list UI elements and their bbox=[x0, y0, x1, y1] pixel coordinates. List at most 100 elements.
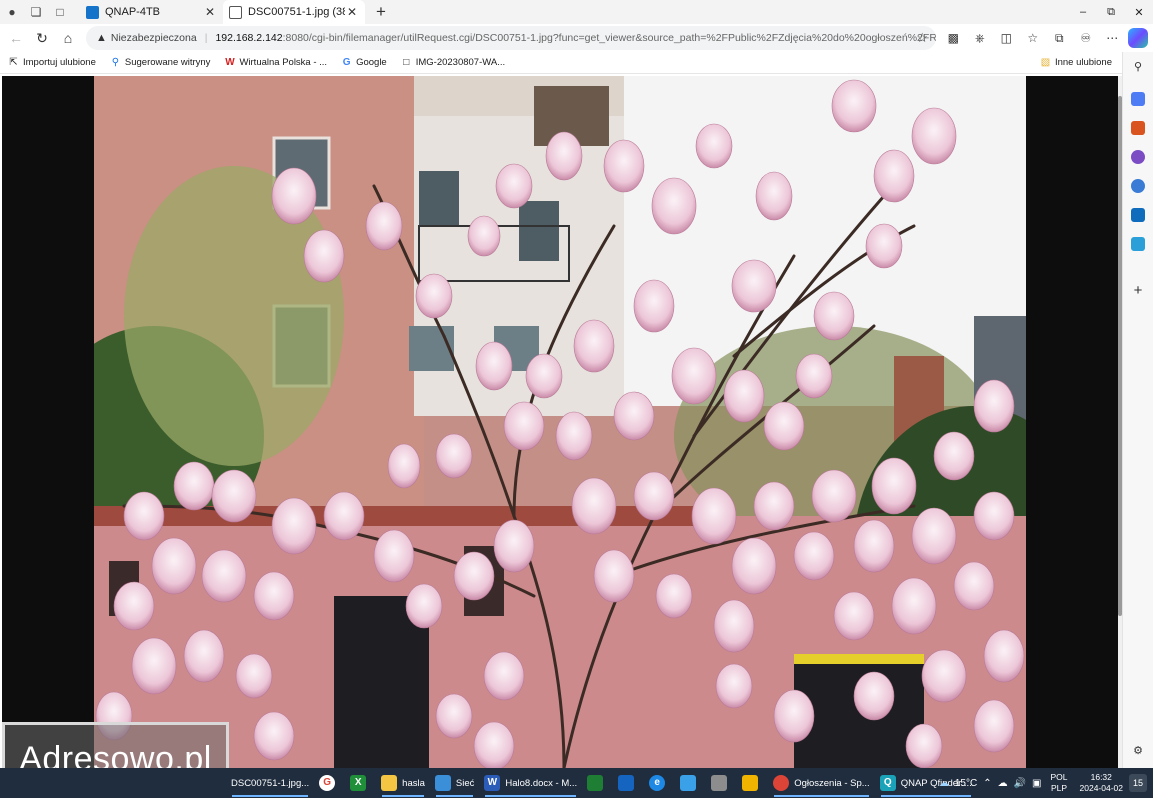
search-icon[interactable]: ⚲ bbox=[1131, 60, 1145, 74]
tab-title: DSC00751-1.jpg (3896×2922) bbox=[248, 6, 345, 18]
shopping-icon[interactable] bbox=[1131, 92, 1145, 106]
favorites-icon[interactable]: ☆ bbox=[1020, 31, 1047, 45]
favorite-label: IMG-20230807-WA... bbox=[415, 57, 506, 68]
system-tray: ☁ 15°C ⌃ ☁ 🔊 ▣ POL PLP 16:32 2024-04-02 … bbox=[936, 768, 1153, 798]
taskbar-label: hasla bbox=[402, 777, 425, 789]
taskbar-item-network[interactable]: Sieć bbox=[430, 768, 479, 798]
tab-actions-icon[interactable]: □ bbox=[48, 0, 72, 24]
volume-icon[interactable]: 🔊 bbox=[1014, 778, 1026, 789]
restore-icon[interactable]: ⧉ bbox=[1097, 0, 1125, 24]
collections-icon[interactable]: ⧉ bbox=[1046, 31, 1073, 46]
tab-image-viewer[interactable]: DSC00751-1.jpg (3896×2922) ✕ bbox=[223, 0, 365, 24]
word-icon: W bbox=[484, 775, 501, 791]
url-host: 192.168.2.142 bbox=[215, 32, 283, 44]
network-status-icon[interactable]: ▣ bbox=[1032, 778, 1041, 789]
language-code: POL bbox=[1050, 772, 1068, 782]
weather-icon[interactable]: ☁ bbox=[939, 778, 949, 789]
network-icon bbox=[434, 775, 451, 791]
profile-icon[interactable]: ● bbox=[0, 0, 24, 24]
close-tab-icon[interactable]: ✕ bbox=[203, 5, 217, 19]
taskbar-item-excel[interactable]: X bbox=[345, 768, 376, 798]
input-language[interactable]: POL PLP bbox=[1051, 772, 1068, 794]
photo-image bbox=[94, 76, 1026, 768]
refresh-button[interactable]: ↻ bbox=[29, 25, 55, 51]
back-button[interactable]: ← bbox=[3, 25, 29, 51]
outlook-icon[interactable] bbox=[1131, 208, 1145, 222]
taskbar-item-office[interactable] bbox=[737, 768, 768, 798]
google-icon: G bbox=[342, 57, 351, 68]
favorite-import[interactable]: ⇱ Importuj ulubione bbox=[8, 57, 96, 68]
taskbar-item-calculator[interactable] bbox=[706, 768, 737, 798]
divider: | bbox=[204, 32, 208, 44]
weather-temperature[interactable]: 15°C bbox=[955, 778, 977, 789]
chrome-icon bbox=[773, 775, 790, 791]
app-icon bbox=[618, 775, 635, 791]
edge-sidebar: ⚲ + ⚙ bbox=[1122, 52, 1153, 768]
taskbar-label: Sieć bbox=[455, 777, 475, 789]
search-icon: ⚲ bbox=[111, 57, 120, 68]
taskbar-label: DSC00751-1.jpg... bbox=[231, 777, 310, 789]
drop-icon[interactable] bbox=[1131, 237, 1145, 251]
other-favorites-label: Inne ulubione bbox=[1054, 57, 1112, 68]
taskbar-item-chrome-ogloszenia[interactable]: Ogłoszenia - Sp... bbox=[768, 768, 875, 798]
favorite-wp[interactable]: W Wirtualna Polska - ... bbox=[224, 57, 327, 68]
show-hidden-icons-icon[interactable]: ⌃ bbox=[983, 778, 991, 789]
tab-title: QNAP-4TB bbox=[105, 6, 161, 18]
close-tab-icon[interactable]: ✕ bbox=[345, 5, 359, 19]
split-screen-icon[interactable]: ◫ bbox=[993, 31, 1020, 45]
mail-icon bbox=[680, 775, 697, 791]
tools-icon[interactable] bbox=[1131, 121, 1145, 135]
close-window-icon[interactable]: ✕ bbox=[1125, 0, 1153, 24]
taskbar-label: Ogłoszenia - Sp... bbox=[794, 777, 870, 789]
url-path: :8080/cgi-bin/filemanager/utilRequest.cg… bbox=[282, 32, 936, 44]
favorite-star-icon[interactable]: ☆ bbox=[916, 30, 928, 46]
internet-explorer-icon: e bbox=[649, 775, 666, 791]
date: 2024-04-02 bbox=[1079, 783, 1123, 793]
taskbar-left-area bbox=[0, 768, 226, 798]
taskbar-item-ie[interactable]: e bbox=[644, 768, 675, 798]
games-icon[interactable] bbox=[1131, 150, 1145, 164]
favorite-img[interactable]: □ IMG-20230807-WA... bbox=[401, 57, 505, 68]
address-bar[interactable]: ▲ Niezabezpieczona | 192.168.2.142 :8080… bbox=[86, 26, 936, 50]
favorite-label: Importuj ulubione bbox=[23, 57, 96, 68]
more-menu-icon[interactable]: ⋯ bbox=[1099, 31, 1126, 45]
window-controls: – ⧉ ✕ bbox=[1069, 0, 1153, 24]
qnap-favicon-icon bbox=[86, 5, 99, 19]
notifications-badge[interactable]: 15 bbox=[1129, 774, 1147, 792]
favorite-google[interactable]: G Google bbox=[341, 57, 387, 68]
extension-icon[interactable]: ▩ bbox=[940, 31, 967, 45]
office-icon bbox=[742, 775, 759, 791]
new-tab-button[interactable]: + bbox=[369, 0, 393, 24]
other-favorites[interactable]: ▧ Inne ulubione bbox=[1040, 57, 1112, 68]
minimize-icon[interactable]: – bbox=[1069, 0, 1097, 24]
taskbar-item-app-blue[interactable] bbox=[613, 768, 644, 798]
taskbar-item-word[interactable]: W Halo8.docx - M... bbox=[479, 768, 582, 798]
security-label[interactable]: Niezabezpieczona bbox=[111, 32, 197, 44]
image-viewer bbox=[2, 76, 1118, 768]
cloud-sync-icon[interactable]: ☁ bbox=[998, 778, 1008, 789]
file-favicon-icon bbox=[229, 5, 242, 19]
taskbar-item-browser-image[interactable]: DSC00751-1.jpg... bbox=[226, 768, 314, 798]
taskbar-item-outlook[interactable] bbox=[675, 768, 706, 798]
scrollbar-thumb[interactable] bbox=[1118, 96, 1122, 616]
copilot-icon[interactable] bbox=[1128, 28, 1148, 48]
vertical-scrollbar[interactable] bbox=[1118, 76, 1122, 768]
chrome-icon: G bbox=[319, 775, 336, 791]
microsoft-365-icon[interactable] bbox=[1131, 179, 1145, 193]
wp-logo-icon: W bbox=[225, 57, 235, 68]
excel-icon: X bbox=[350, 775, 367, 791]
taskbar-item-chrome[interactable]: G bbox=[314, 768, 345, 798]
workspaces-icon[interactable]: ❏ bbox=[24, 0, 48, 24]
tab-qnap[interactable]: QNAP-4TB ✕ bbox=[80, 0, 223, 24]
home-button[interactable]: ⌂ bbox=[55, 25, 81, 51]
magnolia-photo[interactable] bbox=[94, 76, 1026, 768]
add-sidebar-app-icon[interactable]: + bbox=[1131, 283, 1145, 298]
sidebar-settings-icon[interactable]: ⚙ bbox=[1131, 744, 1145, 758]
qfinder-icon: Q bbox=[879, 775, 896, 791]
browser-essentials-icon[interactable]: ⎈ bbox=[967, 31, 994, 46]
clock[interactable]: 16:32 2024-04-02 bbox=[1080, 772, 1123, 794]
taskbar-item-explorer-hasla[interactable]: hasla bbox=[376, 768, 430, 798]
favorite-suggested[interactable]: ⚲ Sugerowane witryny bbox=[110, 57, 211, 68]
performance-icon[interactable]: ♾ bbox=[1073, 31, 1100, 45]
taskbar-item-sheet[interactable] bbox=[582, 768, 613, 798]
